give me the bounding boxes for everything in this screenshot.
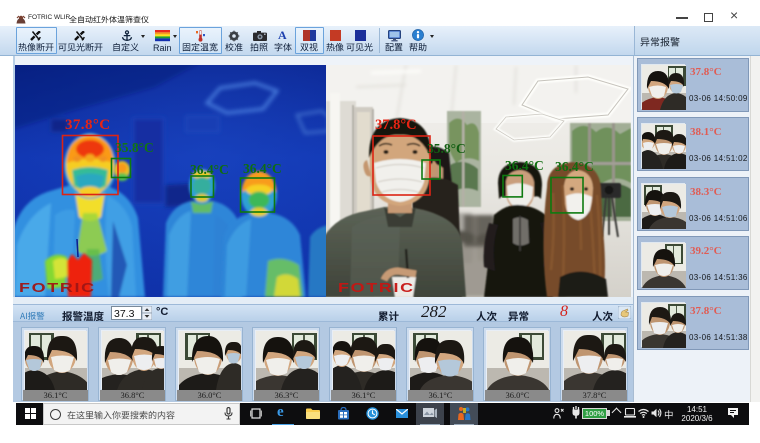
svg-text:FOTRIC: FOTRIC bbox=[338, 281, 415, 295]
svg-text:37.8°C: 37.8°C bbox=[65, 117, 110, 133]
svg-text:FOTRIC: FOTRIC bbox=[19, 281, 96, 295]
svg-text:36.4°C: 36.4°C bbox=[190, 162, 229, 177]
svg-text:36.4°C: 36.4°C bbox=[505, 158, 544, 173]
svg-text:36.4°C: 36.4°C bbox=[243, 161, 282, 176]
svg-text:35.8°C: 35.8°C bbox=[115, 140, 154, 155]
svg-text:36.4°C: 36.4°C bbox=[555, 159, 594, 174]
svg-text:37.8°C: 37.8°C bbox=[375, 117, 417, 133]
svg-text:35.8°C: 35.8°C bbox=[427, 141, 466, 156]
